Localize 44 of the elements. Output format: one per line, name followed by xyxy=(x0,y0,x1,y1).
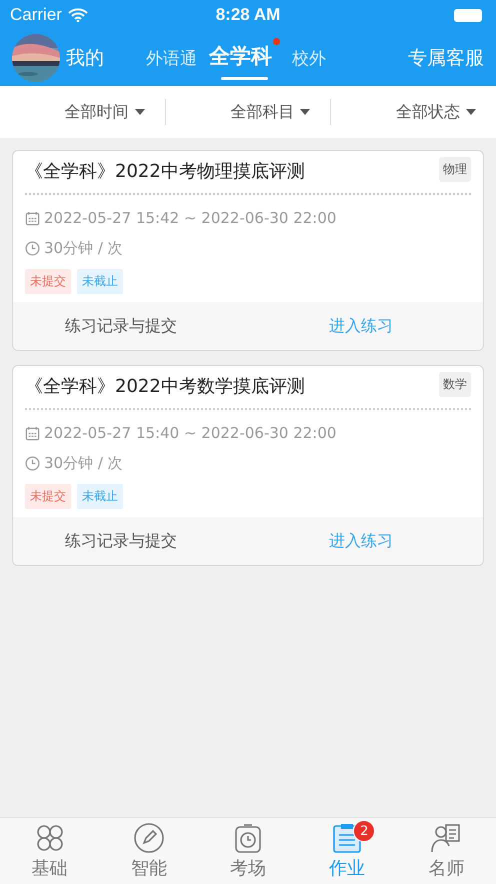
tab-bar-item[interactable]: 2 作业 xyxy=(298,818,397,884)
teacher-icon xyxy=(430,822,462,854)
status-time: 8:28 AM xyxy=(216,5,280,25)
caret-icon xyxy=(300,109,310,115)
tab-bar-item[interactable]: 基础 xyxy=(0,818,100,884)
enter-practice-link[interactable]: 进入练习 xyxy=(253,530,483,552)
enter-practice-link[interactable]: 进入练习 xyxy=(253,314,483,338)
duration-text: 30分钟 / 次 xyxy=(44,238,123,258)
subject-tag: 数学 xyxy=(439,372,471,397)
timer-icon xyxy=(232,822,264,854)
clock-icon xyxy=(25,240,40,256)
calendar-icon xyxy=(25,210,40,226)
caret-icon xyxy=(466,109,476,115)
service-button[interactable]: 专属客服 xyxy=(408,45,484,71)
filter-dropdown[interactable]: 全部时间 xyxy=(0,99,165,125)
tab-bar-item[interactable]: 名师 xyxy=(396,818,496,884)
clock-icon xyxy=(25,456,40,470)
filter-dropdown[interactable]: 全部状态 xyxy=(330,99,496,125)
filter-dropdown[interactable]: 全部科目 xyxy=(164,99,330,125)
card-title: 《全学科》2022中考物理摸底评测 xyxy=(25,160,305,183)
battery-icon xyxy=(454,8,482,22)
tab-bar-item[interactable]: 考场 xyxy=(198,818,298,884)
time-range: 2022-05-27 15:40 ~ 2022-06-30 22:00 xyxy=(44,424,336,442)
status-tag: 未提交 xyxy=(25,269,71,294)
carrier-label: Carrier xyxy=(10,5,62,25)
wifi-icon xyxy=(68,8,88,22)
pencil-icon xyxy=(132,822,165,854)
record-link[interactable]: 练习记录与提交 xyxy=(13,530,253,552)
status-tag: 未提交 xyxy=(25,484,71,509)
card-title: 《全学科》2022中考数学摸底评测 xyxy=(25,375,305,398)
nav-tab[interactable]: 外语通 xyxy=(146,47,197,78)
calendar-icon xyxy=(25,426,40,440)
tab-bar-item[interactable]: 智能 xyxy=(99,818,198,884)
count-badge: 2 xyxy=(353,820,376,842)
record-link[interactable]: 练习记录与提交 xyxy=(13,314,253,338)
status-tag: 未截止 xyxy=(77,484,123,509)
subject-tag: 物理 xyxy=(439,157,471,182)
nav-tab[interactable]: 全学科 xyxy=(209,38,280,78)
caret-icon xyxy=(134,109,145,115)
time-range: 2022-05-27 15:42 ~ 2022-06-30 22:00 xyxy=(44,209,336,227)
nav-tab[interactable]: 校外 xyxy=(292,47,326,78)
duration-text: 30分钟 / 次 xyxy=(44,454,123,472)
profile-label[interactable]: 我的 xyxy=(66,45,146,71)
status-tag: 未截止 xyxy=(77,269,123,294)
